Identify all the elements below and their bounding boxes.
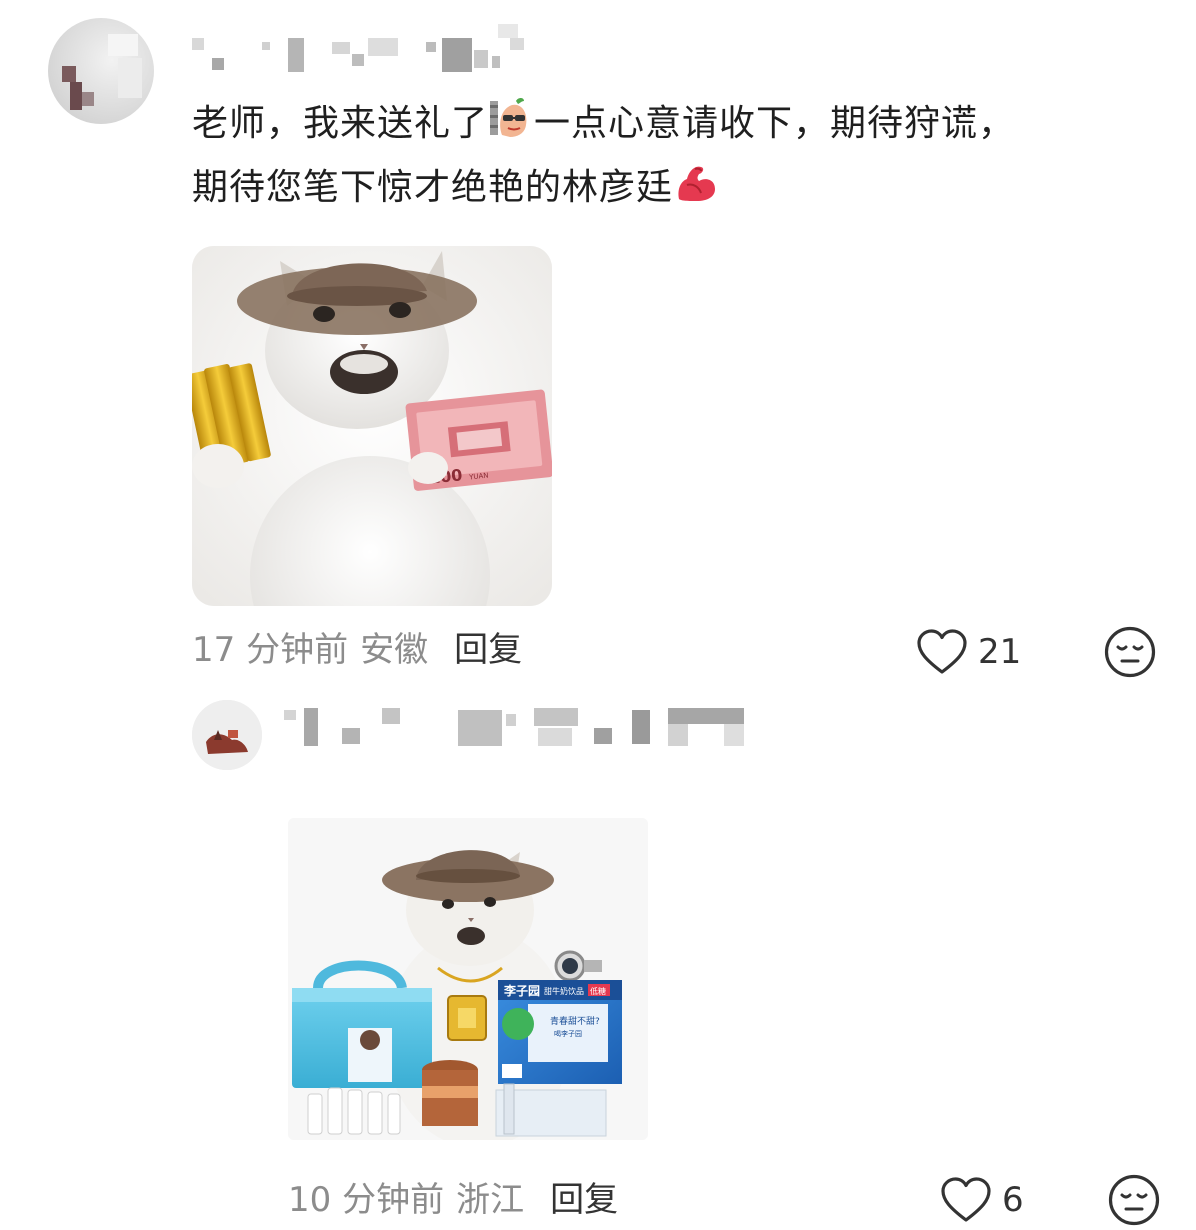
cat-money-gold-image[interactable]: 100 YUAN [192, 246, 552, 606]
like-count: 21 [978, 632, 1022, 672]
heart-outline-icon [917, 629, 967, 674]
reply-reply-button[interactable]: 回复 [550, 1180, 618, 1220]
heart-outline-icon [941, 1177, 991, 1222]
peanut-sunglasses-emoji-icon [488, 95, 534, 141]
reply-location: 浙江 [456, 1180, 525, 1220]
cat-gifts-image[interactable]: 李子园 甜牛奶饮品 低糖 青春甜不甜? 喝李子园 [288, 818, 648, 1140]
reply-avatar[interactable] [192, 700, 262, 770]
comment-text: 老师，我来送礼了 一点心意请收下，期待狩谎， 期待您笔下惊才绝艳的林彦廷 [192, 92, 1152, 220]
comment-line-2: 期待您笔下惊才绝艳的林彦廷 [192, 156, 1152, 220]
box-slogan-2: 喝李子园 [554, 1029, 582, 1038]
comment-line-1: 老师，我来送礼了 一点心意请收下，期待狩谎， [192, 92, 1152, 156]
box-brand: 李子园 [503, 983, 540, 998]
meh-face-icon [1108, 1174, 1160, 1226]
reply-username-obscured[interactable] [284, 706, 746, 748]
comment-text-part: 老师，我来送礼了 [192, 103, 489, 144]
reply-button[interactable]: 回复 [454, 630, 522, 670]
reply-dislike-button[interactable] [1108, 1174, 1160, 1226]
comment-time: 17 分钟前 [192, 630, 349, 670]
box-slogan: 青春甜不甜? [550, 1015, 600, 1027]
reply-like-button[interactable]: 6 [940, 1172, 1024, 1228]
username-obscured[interactable] [192, 24, 537, 74]
reply-time: 10 分钟前 [288, 1180, 445, 1220]
comment-text-part: 期待您笔下惊才绝艳的林彦廷 [192, 167, 674, 208]
box-tag: 低糖 [590, 986, 606, 996]
comment-text-part: 一点心意请收下，期待狩谎， [534, 103, 1016, 144]
dislike-button[interactable] [1104, 626, 1156, 678]
reply-meta: 10 分钟前 浙江 回复 [288, 1172, 618, 1228]
meh-face-icon [1104, 626, 1156, 678]
box-subtitle: 甜牛奶饮品 [544, 986, 584, 996]
comment-meta: 17 分钟前 安徽 回复 [192, 622, 522, 678]
avatar[interactable] [48, 18, 154, 124]
comment-location: 安徽 [360, 630, 429, 670]
like-button[interactable]: 21 [916, 624, 1021, 680]
reply-like-count: 6 [1002, 1180, 1024, 1220]
flexed-biceps-emoji-icon [673, 159, 719, 205]
